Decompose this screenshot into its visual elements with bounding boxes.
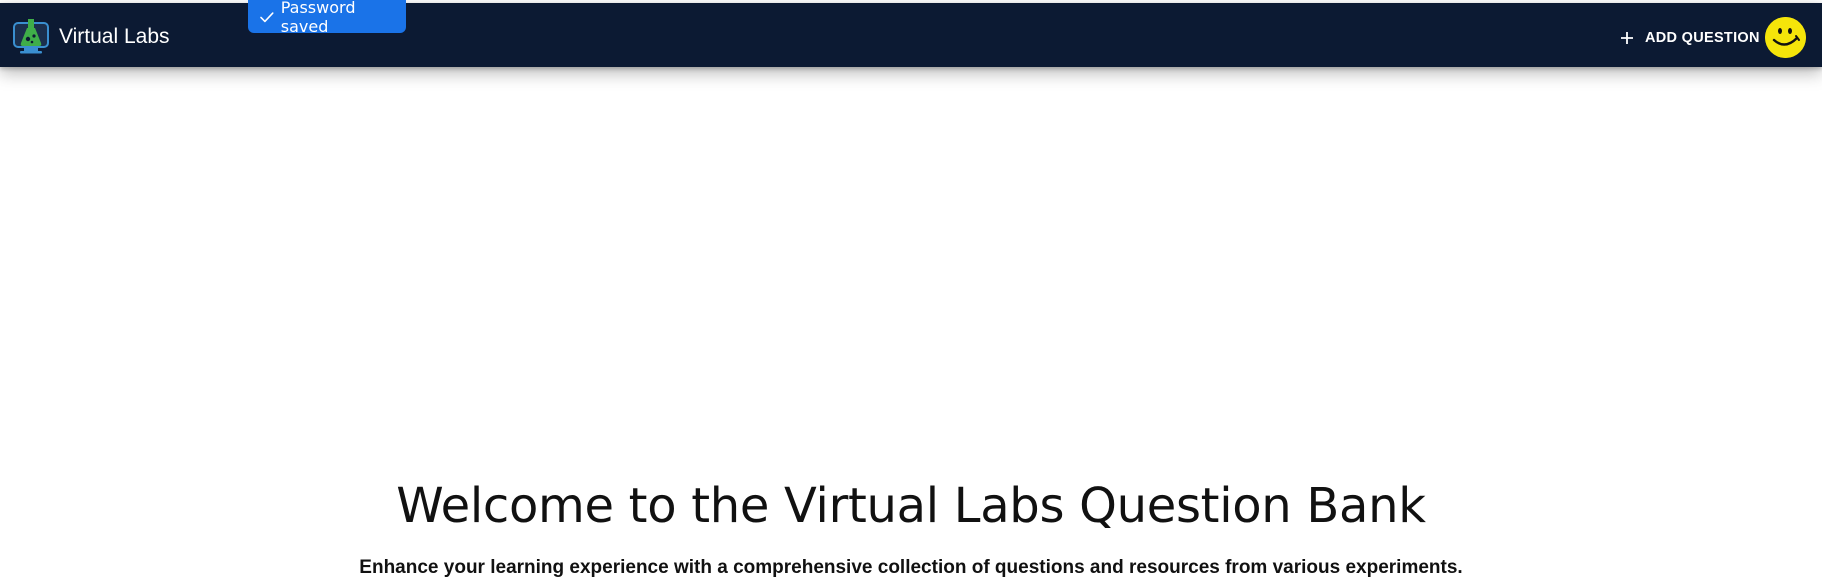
add-question-label: ADD QUESTION xyxy=(1645,30,1760,46)
brand-title: Virtual Labs xyxy=(59,24,170,48)
add-question-button[interactable]: ADD QUESTION xyxy=(1620,22,1760,54)
page-subtitle: Enhance your learning experience with a … xyxy=(359,557,1463,578)
brand-link[interactable]: Virtual Labs xyxy=(12,17,170,55)
user-avatar[interactable] xyxy=(1765,17,1806,58)
password-saved-toast: Password saved xyxy=(248,0,406,36)
page-title: Welcome to the Virtual Labs Question Ban… xyxy=(396,478,1426,534)
smiley-icon xyxy=(1765,17,1806,58)
toast-message: Password saved xyxy=(280,0,356,36)
virtual-labs-logo-icon xyxy=(13,19,49,54)
checkmark-icon xyxy=(260,11,274,22)
plus-icon xyxy=(1621,32,1633,44)
